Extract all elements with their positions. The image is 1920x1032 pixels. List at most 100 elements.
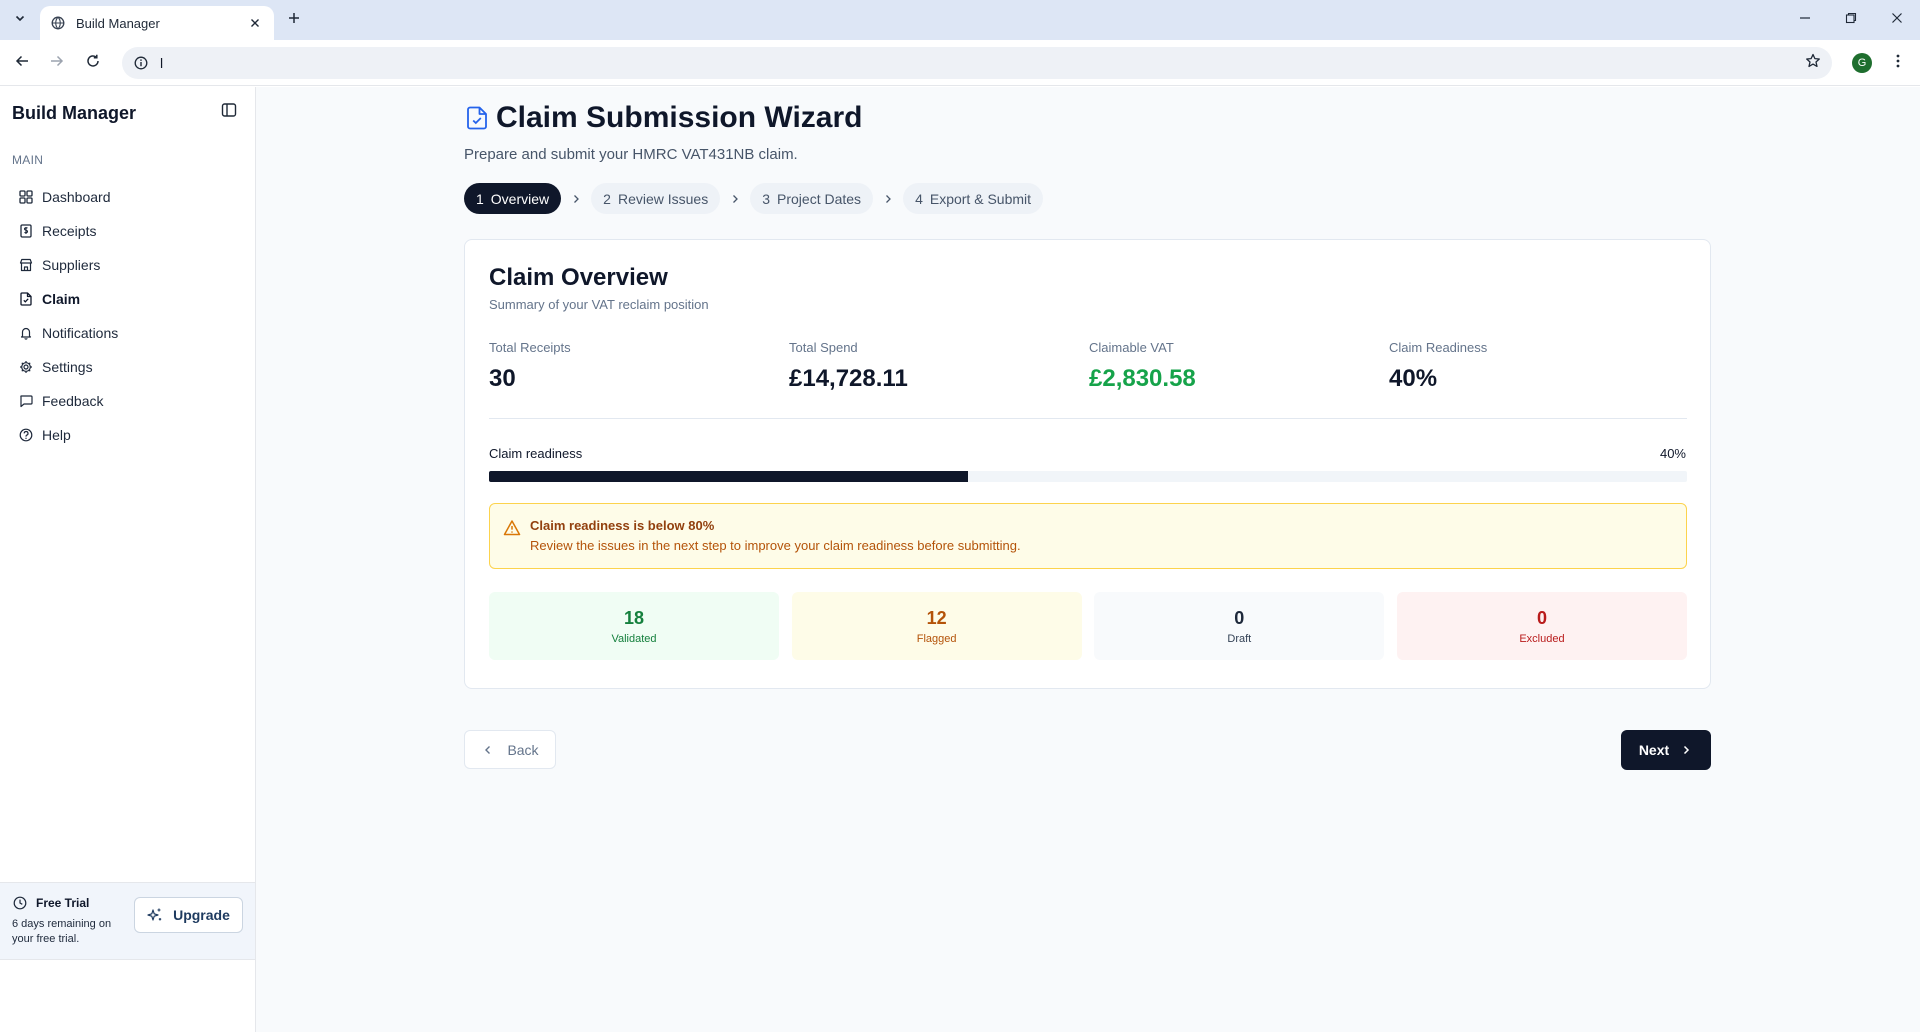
sidebar-item-label: Dashboard	[42, 189, 111, 205]
sidebar-item-claim[interactable]: Claim	[8, 282, 246, 316]
step-label: Project Dates	[777, 190, 862, 207]
minimize-button[interactable]	[1782, 0, 1828, 40]
more-vertical-icon	[1896, 54, 1900, 73]
tile-count: 12	[926, 607, 947, 628]
readiness-progress-bar	[489, 471, 1687, 482]
tile-validated: 18 Validated	[489, 592, 779, 660]
chevron-down-icon	[14, 11, 26, 29]
window-controls	[1782, 0, 1920, 40]
step-number: 1	[476, 190, 484, 207]
close-icon[interactable]	[246, 14, 264, 32]
grid-icon	[18, 189, 34, 205]
stat-value: 30	[489, 365, 516, 392]
info-icon[interactable]	[132, 54, 150, 72]
step-review-issues[interactable]: 2 Review Issues	[591, 183, 721, 214]
step-label: Review Issues	[617, 190, 709, 207]
app-brand: Build Manager	[12, 103, 137, 123]
alert-title: Claim readiness is below 80%	[530, 518, 715, 533]
help-circle-icon	[18, 427, 34, 443]
stat-label: Total Spend	[789, 340, 858, 355]
step-overview[interactable]: 1 Overview	[464, 183, 562, 214]
readiness-warning-alert: Claim readiness is below 80% Review the …	[489, 503, 1687, 569]
forward-nav-button[interactable]	[44, 50, 70, 76]
page-subtitle: Prepare and submit your HMRC VAT431NB cl…	[464, 146, 798, 163]
alert-triangle-icon	[502, 518, 522, 538]
page-header: Claim Submission Wizard	[464, 101, 862, 135]
progress-fill	[489, 471, 969, 482]
tab-search-button[interactable]	[8, 8, 32, 32]
sidebar-item-feedback[interactable]: Feedback	[8, 384, 246, 418]
sidebar-item-notifications[interactable]: Notifications	[8, 316, 246, 350]
alert-text: Review the issues in the next step to im…	[530, 538, 1021, 553]
address-text: l	[160, 55, 164, 71]
close-window-button[interactable]	[1874, 0, 1920, 40]
sidebar-nav: Dashboard Receipts Suppliers Claim Notif…	[8, 180, 246, 452]
panel-left-icon	[221, 102, 237, 123]
sidebar-toggle-button[interactable]	[218, 101, 240, 123]
trial-title: Free Trial	[12, 895, 89, 911]
new-tab-button[interactable]	[282, 8, 306, 32]
tile-draft: 0 Draft	[1094, 592, 1385, 660]
bell-icon	[18, 325, 34, 341]
step-export-submit[interactable]: 4 Export & Submit	[903, 183, 1044, 214]
tile-flagged: 12 Flagged	[791, 592, 1082, 660]
status-tiles: 18 Validated 12 Flagged 0 Draft 0 Exclud…	[489, 592, 1687, 660]
upgrade-button[interactable]: Upgrade	[134, 897, 243, 933]
bookmark-button[interactable]	[1800, 50, 1826, 76]
stat-value: 40%	[1389, 365, 1438, 392]
tile-label: Validated	[611, 632, 657, 645]
sidebar-item-label: Help	[42, 427, 71, 443]
stat-value: £14,728.11	[789, 365, 908, 392]
back-button[interactable]: Back	[464, 730, 556, 769]
back-nav-button[interactable]	[9, 50, 35, 76]
card-title: Claim Overview	[489, 264, 668, 291]
browser-toolbar: l G	[0, 40, 1920, 86]
sidebar-item-help[interactable]: Help	[8, 418, 246, 452]
step-label: Overview	[490, 190, 550, 207]
stat-claim-readiness: Claim Readiness 40%	[1389, 340, 1689, 393]
sidebar-section-label: MAIN	[12, 153, 44, 167]
tile-count: 0	[1234, 607, 1245, 628]
sidebar-item-settings[interactable]: Settings	[8, 350, 246, 384]
back-label: Back	[507, 741, 539, 758]
chevron-right-icon	[873, 194, 903, 204]
tile-count: 0	[1536, 607, 1547, 628]
tile-count: 18	[623, 607, 645, 628]
stat-label: Claim Readiness	[1389, 340, 1488, 355]
arrow-right-icon	[50, 54, 64, 73]
step-number: 3	[762, 190, 771, 207]
free-trial-panel: Free Trial 6 days remaining on your free…	[0, 882, 255, 960]
stat-value: £2,830.58	[1089, 365, 1196, 392]
tile-excluded: 0 Excluded	[1396, 592, 1687, 660]
step-number: 4	[915, 190, 923, 207]
tile-label: Excluded	[1519, 632, 1565, 645]
plus-icon	[288, 11, 300, 29]
browser-menu-button[interactable]	[1885, 50, 1911, 76]
sparkles-icon	[147, 907, 163, 923]
browser-tab[interactable]: Build Manager	[40, 6, 274, 40]
sidebar: Build Manager MAIN Dashboard Receipts Su…	[0, 87, 256, 1032]
step-project-dates[interactable]: 3 Project Dates	[750, 183, 874, 214]
reload-icon	[86, 54, 100, 73]
stat-label: Claimable VAT	[1089, 340, 1174, 355]
stat-total-receipts: Total Receipts 30	[489, 340, 789, 393]
next-button[interactable]: Next	[1621, 730, 1711, 770]
stats-row: Total Receipts 30 Total Spend £14,728.11…	[489, 340, 1689, 393]
claim-overview-card: Claim Overview Summary of your VAT recla…	[464, 239, 1711, 689]
chevron-right-icon	[720, 194, 750, 204]
main-content: Claim Submission Wizard Prepare and subm…	[256, 87, 1920, 1032]
stat-total-spend: Total Spend £14,728.11	[789, 340, 1089, 393]
reload-button[interactable]	[80, 50, 106, 76]
address-bar[interactable]: l	[122, 47, 1832, 79]
sidebar-item-dashboard[interactable]: Dashboard	[8, 180, 246, 214]
sidebar-item-receipts[interactable]: Receipts	[8, 214, 246, 248]
profile-avatar[interactable]: G	[1852, 53, 1872, 73]
step-label: Export & Submit	[929, 190, 1032, 207]
restore-button[interactable]	[1828, 0, 1874, 40]
gear-icon	[18, 359, 34, 375]
sidebar-item-label: Claim	[42, 291, 81, 307]
clock-icon	[12, 895, 28, 911]
stat-label: Total Receipts	[489, 340, 571, 355]
page-title: Claim Submission Wizard	[496, 101, 863, 134]
sidebar-item-suppliers[interactable]: Suppliers	[8, 248, 246, 282]
